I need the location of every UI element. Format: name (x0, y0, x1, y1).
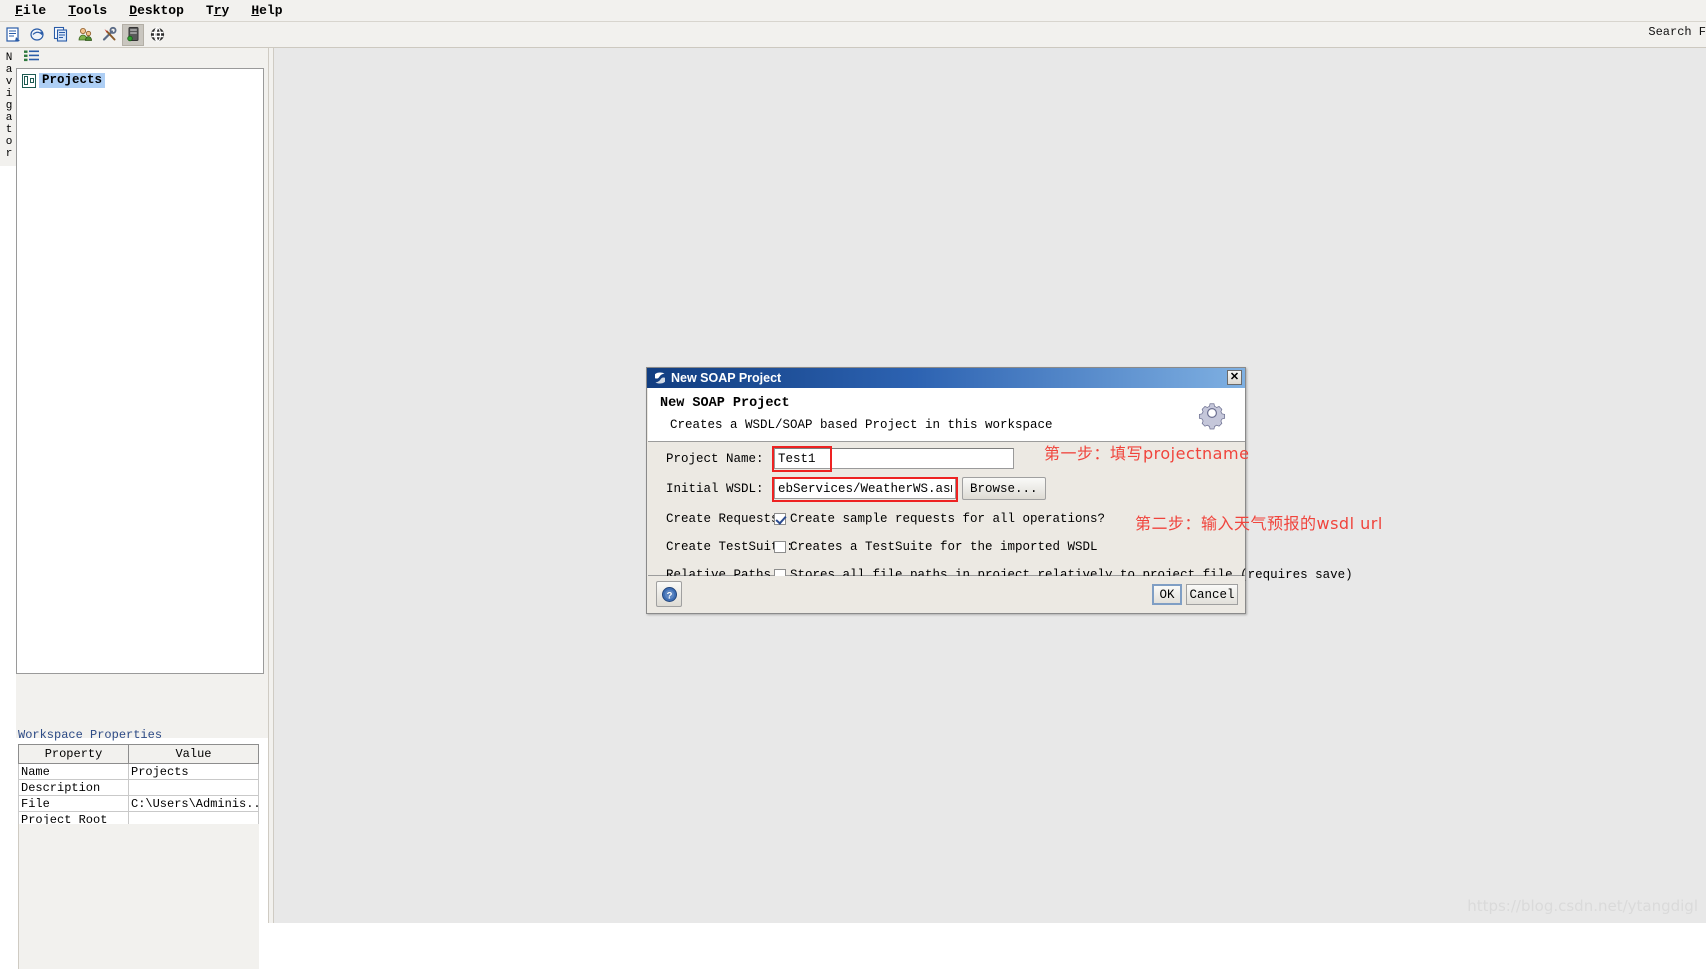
new-rest-project-icon[interactable] (26, 24, 48, 46)
column-header-value: Value (128, 744, 259, 764)
table-header-row: Property Value (18, 744, 259, 764)
tree-item-projects[interactable]: Projects (22, 72, 263, 89)
workspace-properties-title: Workspace Properties (18, 728, 163, 742)
field-row-initial-wsdl: Initial WSDL: Browse... (648, 476, 1245, 502)
preferences-icon[interactable] (98, 24, 120, 46)
table-row[interactable]: Name Projects (18, 763, 259, 780)
dialog-title-bar[interactable]: New SOAP Project ✕ (647, 368, 1245, 388)
table-row[interactable]: Description (18, 779, 259, 796)
menu-bar: File Tools Desktop Try Help (0, 0, 1706, 22)
server-icon[interactable] (122, 23, 144, 46)
workspace-properties-empty-area (18, 824, 259, 969)
dialog-subheading: Creates a WSDL/SOAP based Project in thi… (670, 418, 1053, 432)
new-soap-project-icon[interactable] (2, 24, 24, 46)
property-name: Name (18, 763, 129, 780)
watermark-text: https://blog.csdn.net/ytangdigl (1467, 897, 1698, 915)
create-requests-checkbox-text: Create sample requests for all operation… (790, 512, 1106, 526)
value-file[interactable]: C:\Users\Adminis... (128, 795, 259, 812)
search-forum-label[interactable]: Search F (1622, 25, 1706, 39)
soapui-logo-icon (653, 371, 667, 385)
new-workspace-icon[interactable] (74, 24, 96, 46)
table-row[interactable]: File C:\Users\Adminis... (18, 795, 259, 812)
menu-item-try[interactable]: Try (195, 1, 240, 20)
list-view-icon[interactable] (24, 50, 40, 66)
import-project-icon[interactable] (50, 24, 72, 46)
label-create-requests: Create Requests: (666, 512, 787, 526)
create-testsuite-checkbox[interactable] (774, 541, 786, 553)
column-header-property: Property (18, 744, 129, 764)
ok-button[interactable]: OK (1152, 584, 1182, 605)
browse-button[interactable]: Browse... (962, 477, 1046, 500)
navigator-tab-strip[interactable]: Navigator (0, 48, 17, 166)
value-description[interactable] (128, 779, 259, 796)
dialog-footer: ? OK Cancel (648, 576, 1245, 613)
create-requests-checkbox[interactable] (774, 513, 786, 525)
field-row-create-testsuite: Create TestSuite: Creates a TestSuite fo… (648, 534, 1245, 560)
globe-icon[interactable] (146, 24, 168, 46)
svg-text:?: ? (666, 590, 672, 601)
tree-item-label: Projects (39, 73, 106, 88)
property-description: Description (18, 779, 129, 796)
initial-wsdl-input[interactable] (774, 478, 956, 499)
menu-item-file[interactable]: File (4, 1, 57, 20)
help-question-icon[interactable]: ? (656, 581, 682, 607)
gear-icon (1193, 394, 1231, 432)
navigator-tab-label: Navigator (3, 52, 15, 160)
label-initial-wsdl: Initial WSDL: (666, 482, 764, 496)
menu-item-desktop[interactable]: Desktop (118, 1, 195, 20)
project-tree[interactable]: Projects (16, 68, 264, 674)
create-testsuite-checkbox-text: Creates a TestSuite for the imported WSD… (790, 540, 1098, 554)
label-project-name: Project Name: (666, 452, 764, 466)
cancel-button[interactable]: Cancel (1186, 584, 1238, 605)
value-name[interactable]: Projects (128, 763, 259, 780)
workspace-properties-table: Property Value Name Projects Description… (18, 744, 259, 828)
dialog-heading: New SOAP Project (660, 396, 790, 411)
menu-item-help[interactable]: Help (240, 1, 293, 20)
navigator-panel: Projects Workspace Properties Property V… (16, 48, 268, 969)
menu-item-tools[interactable]: Tools (57, 1, 118, 20)
close-icon[interactable]: ✕ (1227, 370, 1242, 385)
projects-icon (22, 73, 36, 88)
dialog-header: New SOAP Project Creates a WSDL/SOAP bas… (648, 388, 1245, 442)
navigator-toolbar (16, 48, 268, 68)
property-file: File (18, 795, 129, 812)
project-name-input[interactable] (774, 448, 1014, 469)
main-toolbar: Search F (0, 22, 1706, 48)
dialog-title-text: New SOAP Project (671, 371, 782, 385)
new-soap-project-dialog: New SOAP Project ✕ New SOAP Project Crea… (646, 367, 1353, 614)
annotation-step-1: 第一步：填写projectname (1044, 444, 1250, 463)
annotation-step-2: 第二步：输入天气预报的wsdl url (1135, 514, 1383, 533)
